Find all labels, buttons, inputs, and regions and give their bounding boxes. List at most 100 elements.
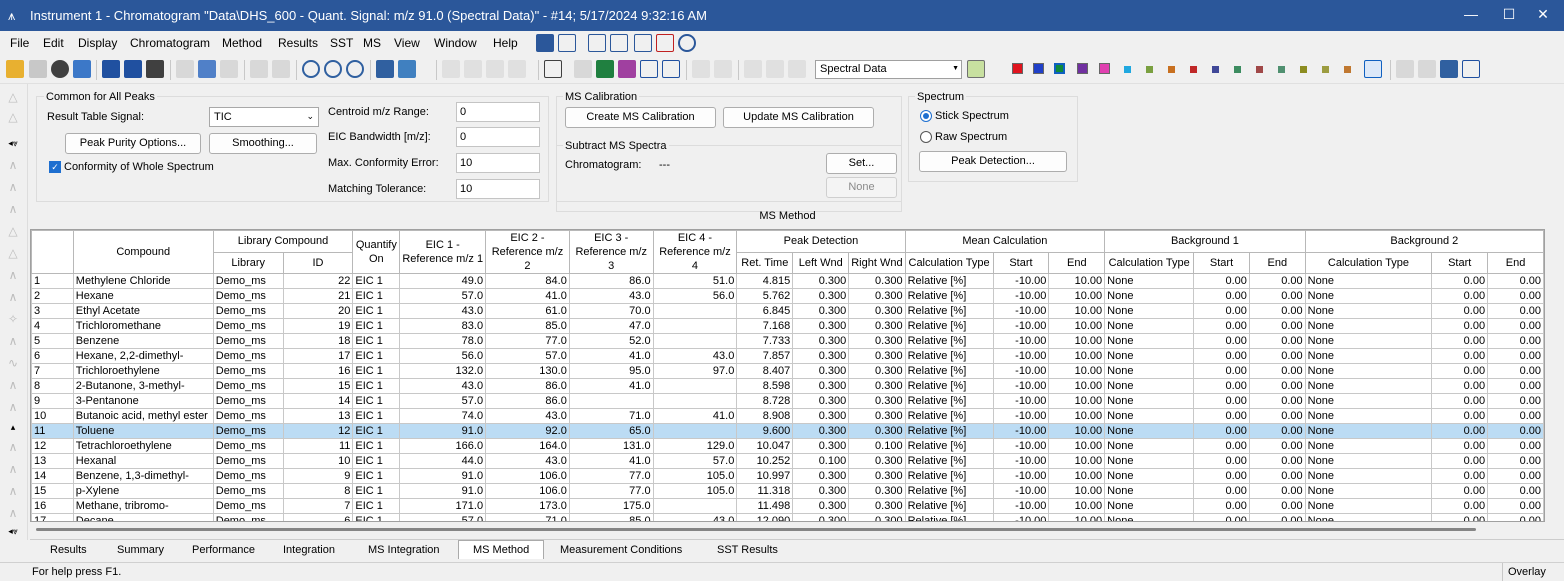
table-row[interactable]: 7 Trichloroethylene Demo_ms 16 EIC 1 132.0 130… [31, 363, 1544, 379]
centroid-input[interactable]: 0 [456, 102, 540, 122]
table-cell[interactable]: None [1304, 348, 1433, 364]
table-cell[interactable]: p-Xylene [72, 483, 214, 499]
peak-tool-icon[interactable]: ∧ [6, 484, 20, 498]
table-cell[interactable]: 0.00 [1431, 498, 1489, 514]
table-cell[interactable]: 0.00 [1193, 453, 1250, 469]
move-icon[interactable] [1396, 60, 1414, 78]
table-cell[interactable]: 0.00 [1431, 303, 1489, 319]
table-cell[interactable]: 0.00 [1248, 393, 1306, 409]
table-cell[interactable]: 105.0 [652, 468, 738, 484]
table-cell[interactable]: 0.00 [1487, 273, 1544, 289]
table-cell[interactable]: 0.00 [1193, 303, 1250, 319]
table-cell[interactable]: None [1304, 273, 1433, 289]
table-cell[interactable]: 74.0 [399, 408, 487, 424]
table-cell[interactable]: 77.0 [568, 483, 654, 499]
table-cell[interactable]: 0.00 [1248, 288, 1306, 304]
table-cell[interactable]: Demo_ms [212, 303, 284, 319]
color-swatch-khaki[interactable] [1322, 66, 1329, 73]
menu-display[interactable]: Display [78, 36, 117, 50]
table-cell[interactable]: 0.00 [1487, 288, 1544, 304]
table-cell[interactable]: 71.0 [568, 408, 654, 424]
table-cell[interactable]: Relative [%] [904, 393, 994, 409]
print-icon[interactable] [146, 60, 164, 78]
table-cell[interactable]: 0.300 [848, 393, 906, 409]
table-cell[interactable]: 0.00 [1193, 483, 1250, 499]
background1-header[interactable]: Background 1 [1104, 230, 1306, 253]
table-cell[interactable]: 0.00 [1248, 468, 1306, 484]
spectrum-icon[interactable] [788, 60, 806, 78]
menu-file[interactable]: File [10, 36, 29, 50]
copy-icon[interactable] [198, 60, 216, 78]
table-cell[interactable]: None [1304, 408, 1433, 424]
mean-end-header[interactable]: End [1048, 251, 1106, 274]
row-number-cell[interactable]: 7 [31, 363, 74, 379]
table-row[interactable]: 8 2-Butanone, 3-methyl- Demo_ms 15 EIC 1 43.0… [31, 378, 1544, 394]
table-cell[interactable]: 0.00 [1248, 318, 1306, 334]
table-cell[interactable]: -10.00 [992, 408, 1050, 424]
table-cell[interactable]: -10.00 [992, 378, 1050, 394]
scrollbar-thumb[interactable] [36, 528, 1476, 531]
table-cell[interactable]: Trichloroethylene [72, 363, 214, 379]
settings-icon[interactable] [1440, 60, 1458, 78]
table-row[interactable]: 3 Ethyl Acetate Demo_ms 20 EIC 1 43.0 61.0 70.0… [31, 303, 1544, 319]
row-number-cell[interactable]: 9 [31, 393, 74, 409]
table-cell[interactable]: Demo_ms [212, 273, 284, 289]
table-cell[interactable]: 0.00 [1248, 378, 1306, 394]
row-number-cell[interactable]: 2 [31, 288, 74, 304]
color-swatch-purple[interactable] [1077, 63, 1088, 74]
menu-help[interactable]: Help [493, 36, 518, 50]
color-swatch-olive[interactable] [1146, 66, 1153, 73]
table-cell[interactable]: EIC 1 [352, 453, 401, 469]
table-row[interactable]: 11 Toluene Demo_ms 12 EIC 1 91.0 92.0 65.0 9.600… [31, 423, 1544, 439]
row-number-cell[interactable]: 11 [31, 423, 74, 439]
table-cell[interactable]: 0.300 [848, 468, 906, 484]
last-icon[interactable] [508, 60, 526, 78]
menu-results[interactable]: Results [278, 36, 318, 50]
table-cell[interactable]: 0.00 [1487, 333, 1544, 349]
table-cell[interactable]: 41.0 [485, 288, 570, 304]
table-cell[interactable]: 84.0 [485, 273, 570, 289]
table-cell[interactable]: 77.0 [485, 333, 570, 349]
report-preview-icon[interactable] [124, 60, 142, 78]
table-cell[interactable]: None [1104, 393, 1195, 409]
row-number-cell[interactable]: 1 [31, 273, 74, 289]
table-cell[interactable]: None [1304, 333, 1433, 349]
stick-spectrum-radio[interactable] [920, 110, 932, 122]
table-cell[interactable]: 0.300 [848, 423, 906, 439]
table-cell[interactable]: 10.00 [1048, 288, 1106, 304]
table-cell[interactable]: 0.00 [1487, 453, 1544, 469]
peak-detection-header[interactable]: Peak Detection [736, 230, 906, 253]
table-cell[interactable]: EIC 1 [352, 393, 401, 409]
conformity-checkbox[interactable]: ✓ [49, 161, 61, 173]
table-cell[interactable]: None [1304, 303, 1433, 319]
peak-insert-icon[interactable] [596, 60, 614, 78]
book-open-icon[interactable] [662, 60, 680, 78]
row-number-header[interactable] [31, 230, 74, 274]
target-icon[interactable] [678, 34, 696, 52]
tools-icon[interactable] [376, 60, 394, 78]
table-cell[interactable]: None [1104, 378, 1195, 394]
next-icon[interactable] [486, 60, 504, 78]
table-cell[interactable]: Demo_ms [212, 378, 284, 394]
table-row[interactable]: 1 Methylene Chloride Demo_ms 22 EIC 1 49.0 84.… [31, 273, 1544, 289]
table-cell[interactable]: 106.0 [485, 468, 570, 484]
table-cell[interactable]: Butanoic acid, methyl ester [72, 408, 214, 424]
table-cell[interactable]: 10.00 [1048, 483, 1106, 499]
table-cell[interactable]: EIC 1 [352, 438, 401, 454]
table-cell[interactable]: Demo_ms [212, 348, 284, 364]
table-cell[interactable]: Demo_ms [212, 408, 284, 424]
table-row[interactable]: 12 Tetrachloroethylene Demo_ms 11 EIC 1 166.0… [31, 438, 1544, 454]
table-cell[interactable]: Demo_ms [212, 318, 284, 334]
table-cell[interactable]: 0.00 [1248, 303, 1306, 319]
table-cell[interactable]: 7.168 [736, 318, 794, 334]
table-cell[interactable]: 43.0 [485, 453, 570, 469]
bar-chart-icon[interactable] [692, 60, 710, 78]
table-cell[interactable]: 0.00 [1487, 468, 1544, 484]
right-wnd-header[interactable]: Right Wnd [848, 251, 906, 274]
zoom-reset-icon[interactable] [346, 60, 364, 78]
table-cell[interactable]: 85.0 [568, 513, 654, 521]
table-cell[interactable]: 0.300 [792, 378, 850, 394]
table-cell[interactable]: 17 [282, 348, 354, 364]
bg2-end-header[interactable]: End [1487, 251, 1544, 274]
table-cell[interactable]: -10.00 [992, 483, 1050, 499]
